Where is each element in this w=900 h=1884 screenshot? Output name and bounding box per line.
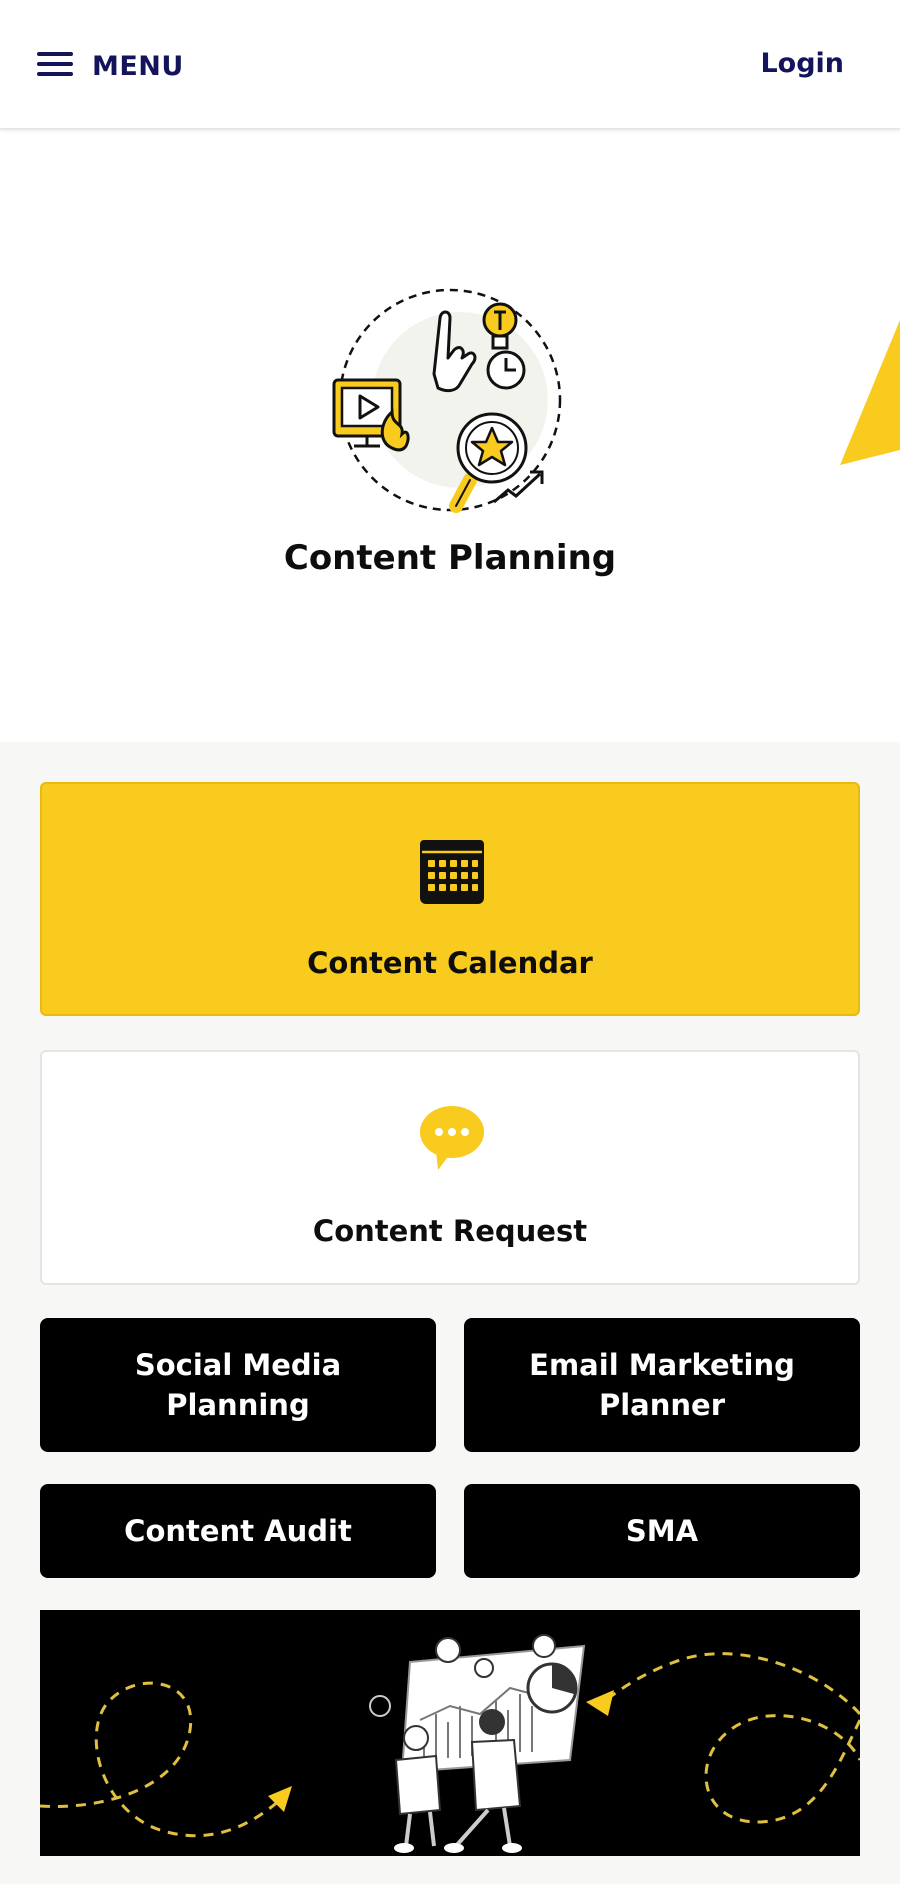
email-marketing-planner-button[interactable]: Email Marketing Planner bbox=[464, 1318, 860, 1452]
top-navbar: MENU Login bbox=[0, 0, 900, 129]
content-audit-label[interactable]: Content Audit bbox=[124, 1511, 352, 1551]
calendar-icon bbox=[420, 840, 484, 904]
analytics-illustration bbox=[40, 1634, 860, 1853]
analytics-banner bbox=[40, 1610, 860, 1856]
content-calendar-card[interactable]: Content Calendar bbox=[40, 782, 860, 1016]
chat-bubble-icon bbox=[420, 1106, 484, 1170]
sma-button[interactable]: SMA bbox=[464, 1484, 860, 1578]
menu-button[interactable]: MENU bbox=[36, 46, 184, 86]
menu-label[interactable]: MENU bbox=[92, 51, 184, 82]
button-label-line[interactable]: Planner bbox=[529, 1385, 795, 1425]
content-calendar-label[interactable]: Content Calendar bbox=[42, 946, 858, 980]
content-request-label[interactable]: Content Request bbox=[42, 1214, 858, 1248]
hero-section: Content Planning bbox=[0, 130, 900, 742]
login-link[interactable]: Login bbox=[760, 48, 844, 79]
email-marketing-planner-label[interactable]: Email Marketing Planner bbox=[529, 1345, 795, 1425]
hamburger-icon[interactable] bbox=[36, 49, 74, 83]
content-request-card[interactable]: Content Request bbox=[40, 1050, 860, 1285]
button-label-line[interactable]: Email Marketing bbox=[529, 1345, 795, 1385]
content-audit-button[interactable]: Content Audit bbox=[40, 1484, 436, 1578]
content-planning-illustration bbox=[332, 288, 562, 513]
social-media-planning-button[interactable]: Social Media Planning bbox=[40, 1318, 436, 1452]
sma-label[interactable]: SMA bbox=[626, 1511, 698, 1551]
decorative-triangle bbox=[840, 320, 900, 465]
page-title: Content Planning bbox=[283, 538, 617, 578]
button-label-line[interactable]: Planning bbox=[135, 1385, 341, 1425]
social-media-planning-label[interactable]: Social Media Planning bbox=[135, 1345, 341, 1425]
button-label-line[interactable]: Social Media bbox=[135, 1345, 341, 1385]
